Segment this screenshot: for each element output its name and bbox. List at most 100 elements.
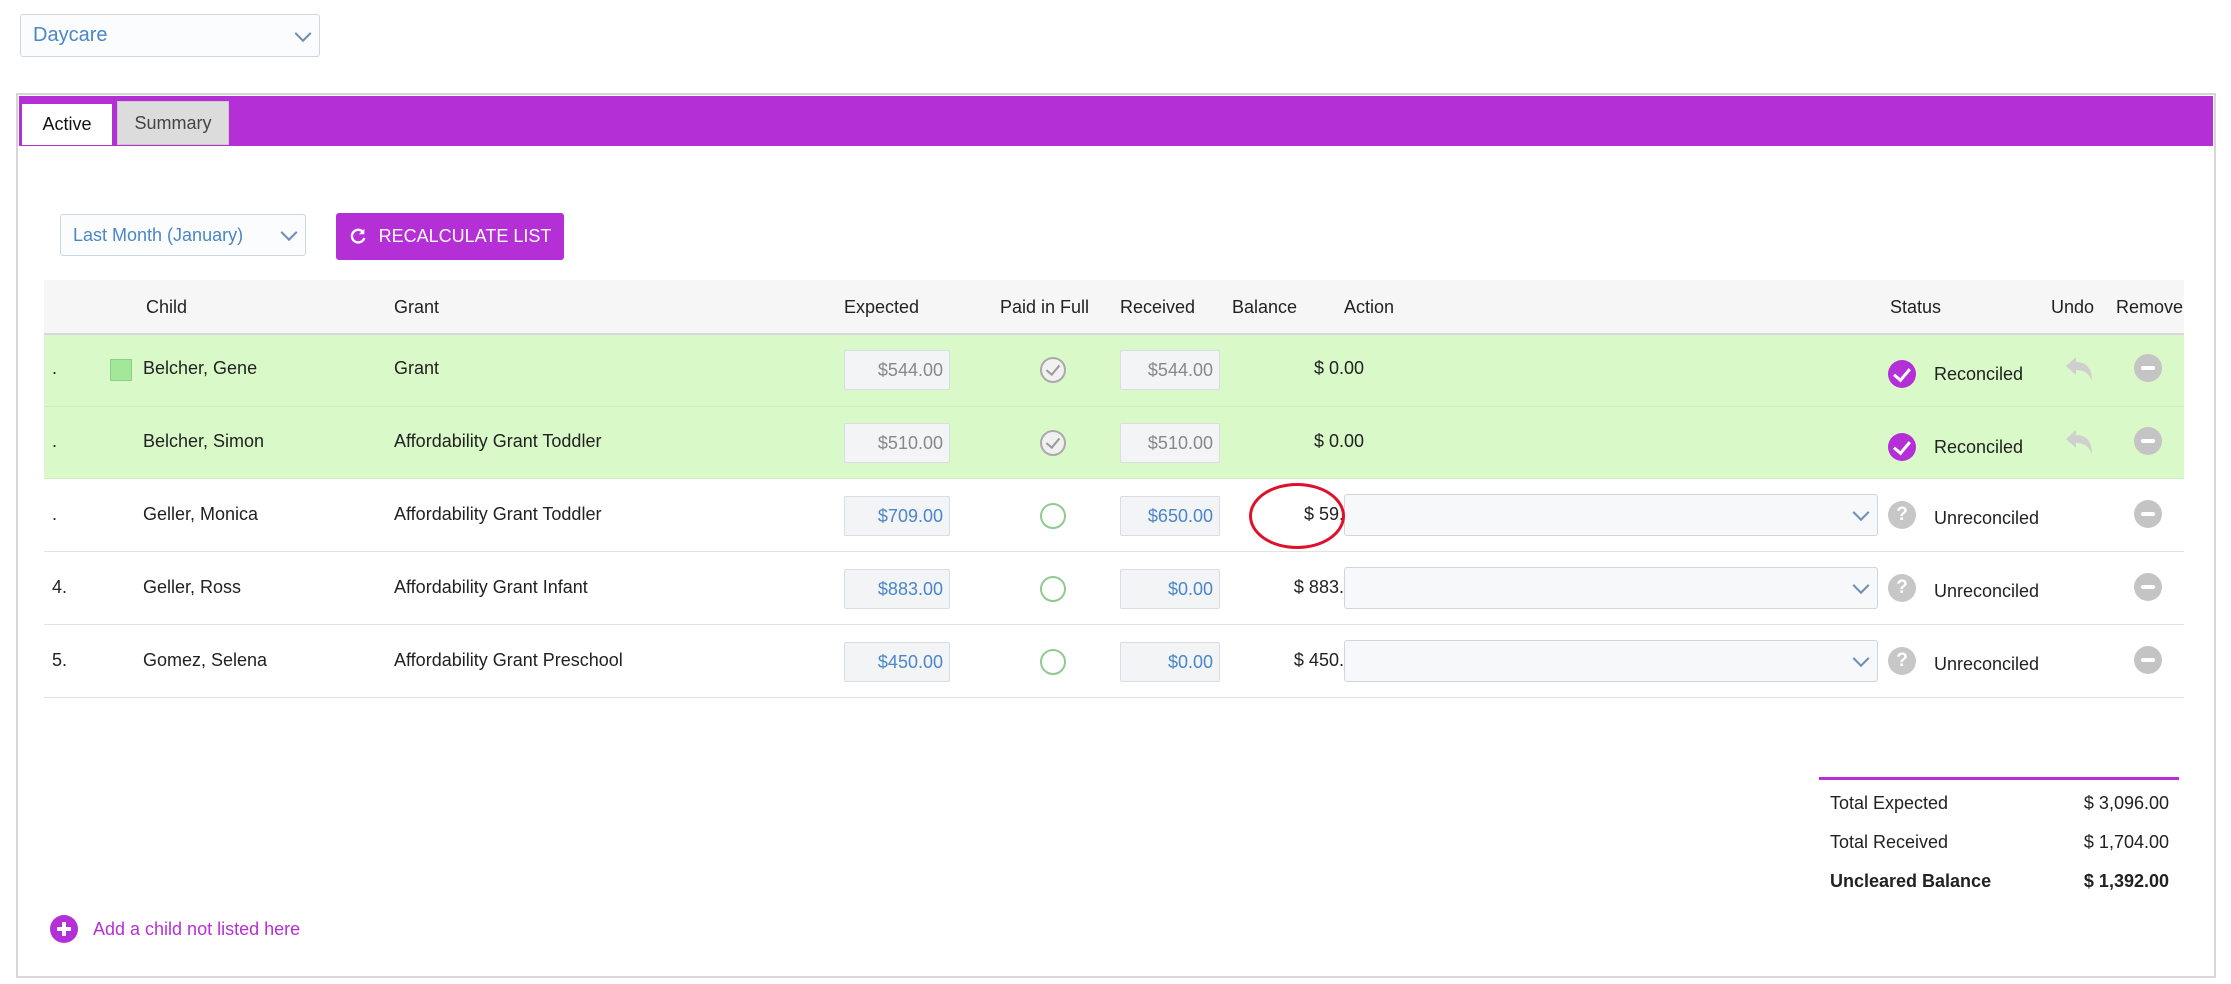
add-child-link[interactable]: Add a child not listed here <box>93 919 300 940</box>
location-select-value: Daycare <box>33 24 108 46</box>
undo-icon[interactable] <box>2062 353 2096 385</box>
expected-value: $544.00 <box>877 359 943 380</box>
total-expected-label: Total Expected <box>1830 793 1949 813</box>
question-circle-icon: ? <box>1888 574 1916 602</box>
tab-bar <box>19 96 2213 146</box>
action-select[interactable] <box>1344 640 1878 682</box>
row-number: . <box>52 504 58 524</box>
recalculate-label: RECALCULATE LIST <box>378 226 552 246</box>
status-label: Unreconciled <box>1934 508 2040 528</box>
row-number: 4. <box>52 577 68 597</box>
table-row: 4. Geller, Ross Affordability Grant Infa… <box>44 553 2184 625</box>
expected-field[interactable]: $510.00 <box>844 423 950 463</box>
balance-highlight-circle <box>1249 483 1345 549</box>
period-select-value: Last Month (January) <box>73 224 244 245</box>
grant-name: Affordability Grant Infant <box>394 577 588 597</box>
check-circle-icon <box>1888 360 1916 388</box>
action-select[interactable] <box>1344 567 1878 609</box>
col-balance: Balance <box>1232 297 1298 317</box>
tab-active[interactable]: Active <box>22 101 112 145</box>
received-value: $0.00 <box>1167 651 1213 672</box>
chevron-down-icon <box>1852 504 1870 522</box>
chevron-down-icon <box>1852 650 1870 668</box>
expected-value: $709.00 <box>877 505 943 526</box>
location-select[interactable]: Daycare <box>20 14 320 57</box>
expected-field[interactable]: $883.00 <box>844 569 950 609</box>
table-header <box>44 280 2184 335</box>
paid-in-full-toggle[interactable] <box>1040 503 1066 529</box>
row-number: 5. <box>52 650 68 670</box>
child-name[interactable]: Gomez, Selena <box>143 650 267 671</box>
col-grant: Grant <box>394 297 440 317</box>
child-name[interactable]: Belcher, Simon <box>143 431 264 452</box>
child-name[interactable]: Geller, Monica <box>143 504 258 525</box>
totals-divider <box>1819 777 2179 780</box>
col-undo: Undo <box>2051 297 2095 317</box>
received-field[interactable]: $544.00 <box>1120 350 1220 390</box>
paid-in-full-toggle[interactable] <box>1040 430 1066 456</box>
grant-name: Grant <box>394 358 440 378</box>
grant-name: Affordability Grant Preschool <box>394 650 623 670</box>
total-received-label: Total Received <box>1830 832 1949 852</box>
received-field[interactable]: $650.00 <box>1120 496 1220 536</box>
status-label: Reconciled <box>1934 364 2024 384</box>
status-label: Unreconciled <box>1934 654 2040 674</box>
refresh-icon <box>350 228 366 244</box>
action-select[interactable] <box>1344 494 1878 536</box>
row-number: . <box>52 431 58 451</box>
child-name[interactable]: Geller, Ross <box>143 577 241 598</box>
col-child: Child <box>146 297 188 317</box>
plus-circle-icon[interactable] <box>50 915 78 943</box>
child-name[interactable]: Belcher, Gene <box>143 358 257 379</box>
remove-icon[interactable] <box>2134 500 2162 528</box>
remove-icon[interactable] <box>2134 427 2162 455</box>
col-remove: Remove <box>2116 297 2184 317</box>
remove-icon[interactable] <box>2134 354 2162 382</box>
received-value: $544.00 <box>1147 359 1213 380</box>
chevron-down-icon <box>1852 577 1870 595</box>
tab-summary[interactable]: Summary <box>117 101 229 145</box>
expected-field[interactable]: $709.00 <box>844 496 950 536</box>
chevron-down-icon <box>294 24 312 42</box>
question-circle-icon: ? <box>1888 501 1916 529</box>
period-select[interactable]: Last Month (January) <box>60 214 306 256</box>
col-action: Action <box>1344 297 1395 317</box>
paid-in-full-toggle[interactable] <box>1040 357 1066 383</box>
received-field[interactable]: $510.00 <box>1120 423 1220 463</box>
col-received: Received <box>1120 297 1196 317</box>
paid-in-full-toggle[interactable] <box>1040 649 1066 675</box>
received-field[interactable]: $0.00 <box>1120 569 1220 609</box>
expected-value: $510.00 <box>877 432 943 453</box>
status-label: Unreconciled <box>1934 581 2040 601</box>
tab-active-label: Active <box>42 114 92 134</box>
expected-field[interactable]: $544.00 <box>844 350 950 390</box>
recalculate-button[interactable]: RECALCULATE LIST <box>336 213 564 260</box>
remove-icon[interactable] <box>2134 646 2162 674</box>
table-row: . Belcher, Simon Affordability Grant Tod… <box>44 407 2184 479</box>
received-value: $650.00 <box>1147 505 1213 526</box>
table-row: . Geller, Monica Affordability Grant Tod… <box>44 480 2184 552</box>
grant-name: Affordability Grant Toddler <box>394 504 602 524</box>
status-label: Reconciled <box>1934 437 2024 457</box>
expected-value: $883.00 <box>877 578 943 599</box>
expected-field[interactable]: $450.00 <box>844 642 950 682</box>
remove-icon[interactable] <box>2134 573 2162 601</box>
grant-name: Affordability Grant Toddler <box>394 431 602 451</box>
balance-value: $ 0.00 <box>1313 431 1364 451</box>
paid-in-full-toggle[interactable] <box>1040 576 1066 602</box>
received-field[interactable]: $0.00 <box>1120 642 1220 682</box>
total-expected-value: $ 3,096.00 <box>2083 793 2169 813</box>
chevron-down-icon <box>280 224 298 242</box>
total-received-value: $ 1,704.00 <box>2083 832 2169 852</box>
received-value: $0.00 <box>1167 578 1213 599</box>
uncleared-balance-label: Uncleared Balance <box>1830 871 1992 891</box>
col-status: Status <box>1890 297 1942 317</box>
check-circle-icon <box>1888 433 1916 461</box>
tab-summary-label: Summary <box>134 112 212 133</box>
table-row: 5. Gomez, Selena Affordability Grant Pre… <box>44 626 2184 698</box>
col-paid-in-full: Paid in Full <box>1000 297 1090 317</box>
balance-value: $ 0.00 <box>1313 358 1364 378</box>
undo-icon[interactable] <box>2062 426 2096 458</box>
received-value: $510.00 <box>1147 432 1213 453</box>
table-row: . Belcher, Gene Grant $544.00 $544.00 $ … <box>44 335 2184 407</box>
